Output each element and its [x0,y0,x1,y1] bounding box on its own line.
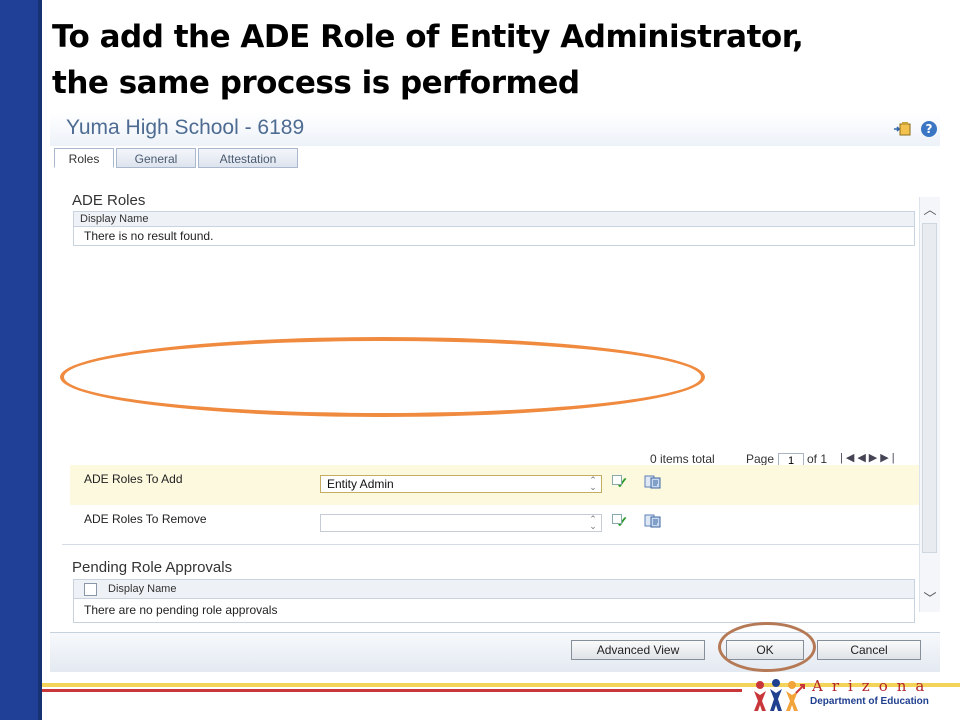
dialog-tabs: Roles General Attestation [50,147,940,170]
ade-roles-empty-message: There is no result found. [84,229,214,243]
select-all-checkbox[interactable] [84,583,97,596]
pending-approvals-grid: Display Name There are no pending role a… [73,579,915,623]
slide-left-bar-edge [38,0,42,720]
tab-attestation[interactable]: Attestation [198,148,298,168]
help-icon[interactable]: ? [920,120,938,138]
dialog-footer: Advanced View OK Cancel [50,632,940,672]
logo-subtitle: Department of Education [810,696,929,707]
page-label: Page [746,452,775,466]
logo-name: Arizona [812,677,934,695]
browse-list-icon[interactable] [644,475,662,489]
scroll-up-icon[interactable]: ︿ [923,203,937,217]
last-page-icon[interactable]: ▶| [880,452,897,464]
people-figures-icon [754,679,805,711]
tab-general[interactable]: General [116,148,196,168]
slide-title-line2: the same process is performed [52,65,580,101]
advanced-view-button[interactable]: Advanced View [571,640,705,660]
ade-roles-heading: ADE Roles [72,192,146,209]
scroll-thumb[interactable] [922,223,937,553]
prev-page-icon[interactable]: ◀ [857,452,868,464]
entity-dialog: Yuma High School - 6189 ? Roles General … [50,112,940,672]
roles-to-add-value: Entity Admin [327,477,394,491]
footer-rule-red [42,689,742,692]
tab-roles[interactable]: Roles [54,148,114,168]
roles-panel: ADE Roles Display Name There is no resul… [50,169,940,632]
svg-text:?: ? [926,122,933,136]
dialog-header: Yuma High School - 6189 ? [50,112,940,146]
pager-nav: |◀◀▶▶| [840,451,898,464]
slide-title-line1: To add the ADE Role of Entity Administra… [52,19,804,55]
pending-empty-message: There are no pending role approvals [84,603,278,617]
check-icon[interactable]: ✓ [612,514,632,530]
slide-title: To add the ADE Role of Entity Administra… [52,14,952,106]
dialog-title: Yuma High School - 6189 [66,116,305,139]
roles-to-remove-select[interactable]: ⌃ ⌄ [320,514,602,532]
section-divider [62,544,920,545]
first-page-icon[interactable]: |◀ [840,452,857,464]
page-of-label: of 1 [807,452,828,466]
ok-button[interactable]: OK [726,640,804,660]
chevron-updown-icon: ⌃ ⌄ [589,475,597,492]
vertical-scrollbar[interactable]: ︿ ﹀ [919,197,940,612]
pending-column-header[interactable]: Display Name [74,580,914,599]
cancel-button[interactable]: Cancel [817,640,921,660]
ade-roles-column-header[interactable]: Display Name [74,212,914,227]
ade-roles-grid: Display Name There is no result found. [73,211,915,246]
chevron-updown-icon: ⌃ ⌄ [589,514,597,531]
next-page-icon[interactable]: ▶ [869,452,880,464]
roles-to-add-label: ADE Roles To Add [84,472,183,486]
check-icon[interactable]: ✓ [612,475,632,491]
roles-to-remove-label: ADE Roles To Remove [84,512,207,526]
browse-list-icon[interactable] [644,514,662,528]
pin-icon[interactable] [893,120,911,138]
roles-to-add-select[interactable]: Entity Admin ⌃ ⌄ [320,475,602,493]
slide-left-bar [0,0,42,720]
ade-logo: Arizona Department of Education [752,677,957,717]
items-total: 0 items total [650,452,715,466]
scroll-down-icon[interactable]: ﹀ [923,592,937,606]
pending-approvals-heading: Pending Role Approvals [72,559,233,576]
